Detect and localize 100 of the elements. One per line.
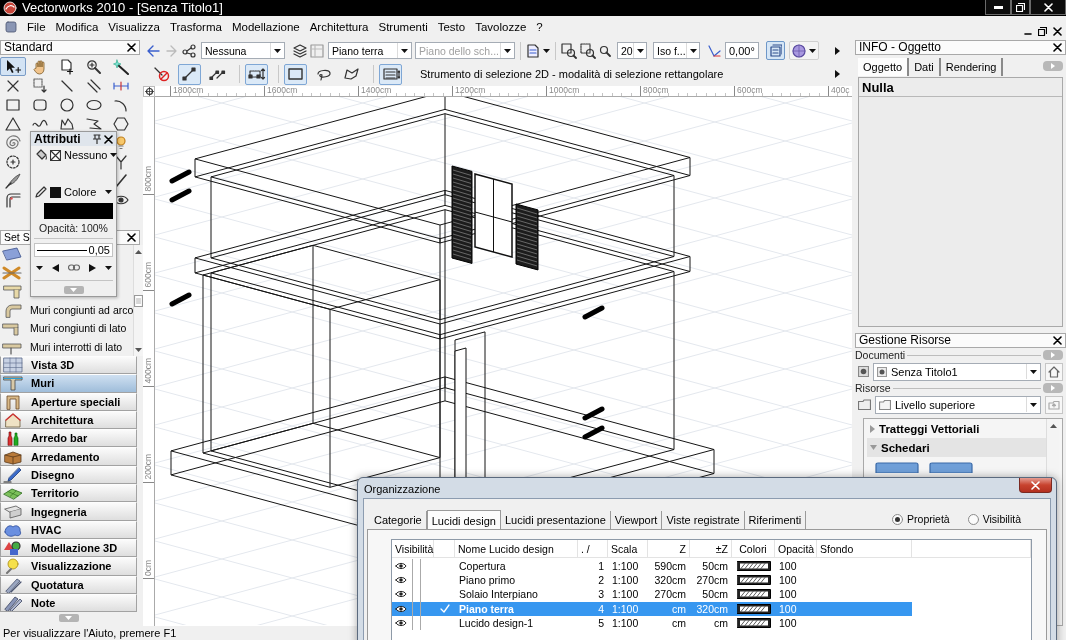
marker-line[interactable]: [582, 406, 605, 421]
column-header[interactable]: Scala: [611, 542, 638, 555]
radio-label[interactable]: Visibilità: [982, 513, 1021, 525]
menu-item[interactable]: Modellazione: [231, 19, 300, 35]
crossed-beams-icon[interactable]: [2, 264, 22, 281]
stacked-layers-button[interactable]: [766, 41, 785, 60]
menu-item[interactable]: File: [27, 19, 46, 35]
document-dropdown[interactable]: Senza Titolo1: [873, 362, 1041, 381]
page-icon[interactable]: [526, 43, 540, 58]
eye-icon[interactable]: [395, 576, 407, 585]
marker-line[interactable]: [582, 305, 605, 320]
zoom-dropdown[interactable]: 20: [617, 42, 647, 59]
tool-set-button[interactable]: Ingegneria: [0, 502, 137, 521]
view-dropdown[interactable]: Iso f...: [653, 42, 700, 59]
menu-item[interactable]: Architettura: [309, 19, 369, 35]
column-header[interactable]: Visibilità: [395, 542, 434, 555]
render-mode-button[interactable]: [789, 41, 819, 60]
document-sphere-icon[interactable]: [858, 366, 869, 377]
folder-icon[interactable]: [858, 399, 871, 410]
resource-group[interactable]: Schedari: [867, 438, 1046, 457]
close-icon[interactable]: [1053, 336, 1062, 345]
folder-dropdown[interactable]: Livello superiore: [875, 395, 1041, 414]
back-arrow-icon[interactable]: [146, 43, 160, 58]
column-header[interactable]: Sfondo: [820, 542, 854, 555]
pen-color-swatch[interactable]: [44, 202, 113, 220]
radio-button[interactable]: [967, 513, 979, 525]
layer-dropdown[interactable]: Piano terra: [328, 42, 412, 59]
magnifier-icon[interactable]: [599, 44, 611, 57]
hatch-swatch-icon[interactable]: [736, 589, 771, 600]
close-icon[interactable]: [104, 134, 113, 144]
hatch-swatch-icon[interactable]: [736, 561, 771, 572]
right-arrow-icon[interactable]: [835, 70, 840, 78]
wall-join-icon[interactable]: [2, 283, 22, 300]
menu-item[interactable]: Strumenti: [378, 19, 428, 35]
hatch-swatch-icon[interactable]: [736, 617, 771, 628]
menu-item[interactable]: Visualizza: [108, 19, 160, 35]
marker-line[interactable]: [582, 425, 605, 440]
tool-set-button[interactable]: Muri: [0, 374, 137, 393]
folder-thumbnail-icon[interactable]: [929, 462, 973, 473]
tool-set-button[interactable]: Vista 3D: [0, 356, 137, 375]
close-button[interactable]: [1030, 0, 1066, 15]
table-row[interactable]: Lucido design-1 5 1:100 cm cm 100: [392, 615, 912, 630]
pencil-icon[interactable]: [35, 186, 47, 199]
marker-line[interactable]: [169, 292, 192, 307]
mode-button[interactable]: [178, 63, 201, 85]
nodes-icon[interactable]: [182, 43, 197, 58]
menu-item[interactable]: Testo: [437, 19, 466, 35]
zoom-page-icon[interactable]: [561, 42, 577, 59]
pin-icon[interactable]: [93, 134, 101, 145]
chain-link-icon[interactable]: [67, 264, 80, 272]
tool-set-button[interactable]: Territorio: [0, 484, 137, 503]
paint-bucket-icon[interactable]: [35, 149, 47, 161]
table-row[interactable]: Solaio Interpiano 3 1:100 270cm 50cm 100: [392, 587, 912, 602]
pen-dropdown[interactable]: Colore: [50, 186, 112, 199]
tab[interactable]: Lucidi design: [426, 510, 501, 530]
column-header[interactable]: Z: [679, 542, 686, 555]
fill-dropdown[interactable]: Nessuno: [50, 149, 118, 161]
restore-icon[interactable]: [1038, 27, 1047, 36]
close-button[interactable]: [1019, 478, 1052, 493]
mode-button[interactable]: [245, 63, 268, 85]
class-dropdown[interactable]: Nessuna: [201, 42, 285, 59]
table-row[interactable]: Piano primo 2 1:100 320cm 270cm 100: [392, 573, 912, 588]
eye-icon[interactable]: [395, 590, 407, 599]
column-header[interactable]: Nome Lucido design: [458, 542, 554, 555]
left-arrowhead-icon[interactable]: [51, 263, 59, 272]
column-header[interactable]: Opacità: [778, 542, 815, 555]
close-icon[interactable]: [127, 233, 136, 242]
eye-icon[interactable]: [395, 562, 407, 571]
eye-icon[interactable]: [395, 618, 407, 627]
minimize-button[interactable]: [985, 0, 1011, 15]
menu-item[interactable]: Trasforma: [169, 19, 222, 35]
eye-icon[interactable]: [395, 604, 407, 613]
home-button[interactable]: [1045, 362, 1063, 381]
restore-button[interactable]: [1011, 0, 1030, 15]
tool-set-button[interactable]: Arredo bar: [0, 429, 137, 448]
column-header[interactable]: . /: [581, 542, 590, 555]
tool-set-button[interactable]: Arredamento: [0, 447, 137, 466]
menu-item[interactable]: ?: [536, 19, 543, 35]
resource-group[interactable]: Tratteggi Vettoriali: [867, 419, 1046, 438]
table-row[interactable]: Copertura 1 1:100 590cm 50cm 100: [392, 559, 912, 574]
tool-set-button[interactable]: Visualizzazione: [0, 557, 137, 576]
radio-label[interactable]: Proprietà: [907, 513, 950, 525]
layers-icon[interactable]: [293, 43, 307, 58]
marker-line[interactable]: [169, 169, 192, 184]
tool-list-item[interactable]: Muri interrotti di lato: [0, 337, 134, 356]
marker-line[interactable]: [169, 188, 192, 203]
folder-thumbnail-icon[interactable]: [875, 462, 919, 473]
right-arrowhead-icon[interactable]: [88, 263, 96, 272]
close-icon[interactable]: [127, 43, 136, 52]
close-icon[interactable]: [1053, 43, 1062, 52]
menu-item[interactable]: Tavolozze: [475, 19, 527, 35]
mode-button[interactable]: [284, 63, 307, 85]
angle-icon[interactable]: [708, 44, 721, 57]
hatch-swatch-icon[interactable]: [736, 603, 771, 614]
tool-list-item[interactable]: Muri congiunti ad arco: [0, 300, 134, 319]
tab[interactable]: Oggetto: [858, 58, 910, 76]
tool-button[interactable]: [0, 57, 26, 76]
scrollbar[interactable]: [133, 245, 144, 356]
rounded-square-icon[interactable]: [5, 21, 17, 33]
line-thickness-field[interactable]: 0,05: [34, 243, 113, 258]
